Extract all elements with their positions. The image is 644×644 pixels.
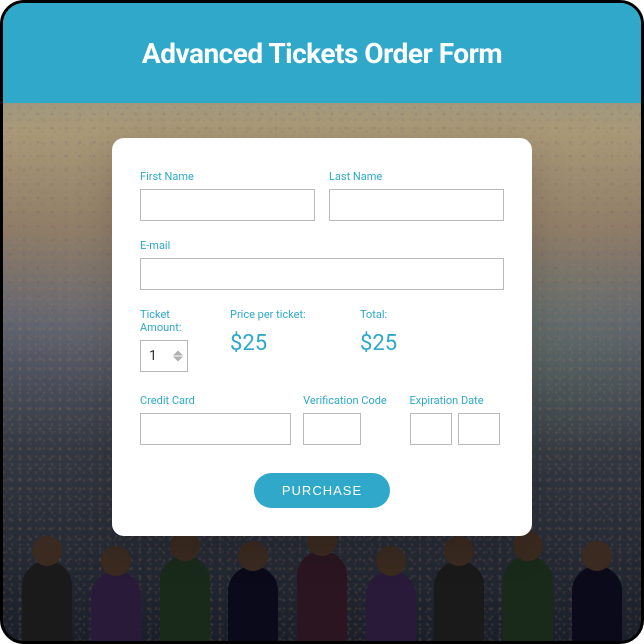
stepper-down-icon[interactable]	[173, 357, 183, 362]
last-name-label: Last Name	[329, 170, 504, 183]
email-input[interactable]	[140, 258, 504, 290]
credit-card-label: Credit Card	[140, 394, 291, 407]
email-label: E-mail	[140, 239, 504, 252]
header-banner: Advanced Tickets Order Form	[3, 3, 641, 103]
expiration-date-label: Expiration Date	[410, 394, 504, 407]
ticket-amount-stepper[interactable]: 1	[140, 340, 188, 372]
first-name-input[interactable]	[140, 189, 315, 221]
ticket-amount-label: Ticket Amount:	[140, 308, 210, 334]
total-label: Total:	[360, 308, 504, 321]
crowd-silhouettes	[3, 521, 641, 641]
stepper-up-icon[interactable]	[173, 351, 183, 356]
purchase-button[interactable]: PURCHASE	[254, 473, 390, 508]
expiration-month-input[interactable]	[410, 413, 452, 445]
credit-card-input[interactable]	[140, 413, 291, 445]
total-value: $25	[360, 331, 504, 356]
last-name-input[interactable]	[329, 189, 504, 221]
order-form-card: First Name Last Name E-mail Ticket Amoun…	[112, 138, 532, 536]
price-per-ticket-value: $25	[230, 331, 340, 356]
page-title: Advanced Tickets Order Form	[142, 37, 502, 70]
verification-code-input[interactable]	[303, 413, 361, 445]
app-frame: Advanced Tickets Order Form First Name L…	[0, 0, 644, 644]
first-name-label: First Name	[140, 170, 315, 183]
price-per-ticket-label: Price per ticket:	[230, 308, 340, 321]
expiration-year-input[interactable]	[458, 413, 500, 445]
ticket-amount-value: 1	[149, 348, 157, 364]
verification-code-label: Verification Code	[303, 394, 397, 407]
